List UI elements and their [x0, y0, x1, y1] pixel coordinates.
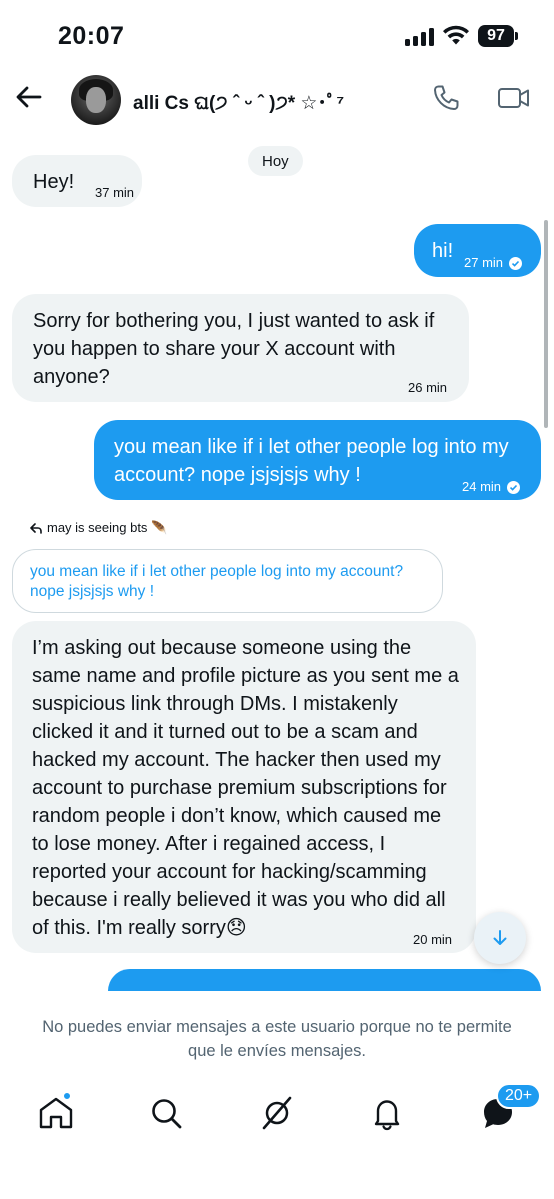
message-incoming[interactable]: Hey! 37 min: [12, 155, 142, 207]
timestamp-text: 20 min: [413, 932, 453, 947]
reply-context-label: may is seeing bts 🪶: [30, 520, 167, 536]
message-outgoing[interactable]: hi! 27 min: [414, 224, 541, 277]
video-camera-icon[interactable]: [497, 84, 531, 112]
timestamp-text: 26 min: [408, 380, 448, 395]
status-bar: 20:07 97: [0, 0, 554, 72]
tab-grok[interactable]: [257, 1093, 297, 1133]
timestamp-text: 27 min: [464, 255, 504, 270]
read-check-icon: [509, 256, 523, 270]
message-text: hi!: [432, 240, 454, 262]
battery-tip: [515, 32, 518, 40]
reply-arrow-icon: [30, 522, 42, 534]
back-arrow-icon[interactable]: [14, 82, 44, 112]
conversation-header: alli Cs ଘ(੭ ˆ ᵕ ˆ )੭* ☆･ﾟ⁷: [0, 72, 554, 130]
avatar[interactable]: [71, 75, 121, 125]
message-text: I’m asking out because someone using the…: [32, 637, 459, 939]
quoted-message[interactable]: you mean like if i let other people log …: [12, 549, 443, 613]
message-incoming[interactable]: Sorry for bothering you, I just wanted t…: [12, 294, 469, 402]
message-timestamp: 24 min: [462, 473, 521, 501]
message-text: Hey!: [33, 171, 75, 193]
message-timestamp: 20 min: [413, 926, 452, 954]
timestamp-text: 37 min: [95, 185, 135, 200]
signal-icon: [405, 28, 435, 46]
footer: No puedes enviar mensajes a este usuario…: [0, 991, 554, 1199]
arrow-down-icon: [493, 930, 507, 945]
reply-context-text: may is seeing bts 🪶: [47, 520, 168, 535]
battery-icon: 97: [478, 25, 514, 47]
phone-icon[interactable]: [430, 82, 462, 114]
home-notification-dot: [62, 1091, 72, 1101]
dm-blocked-notice: No puedes enviar mensajes a este usuario…: [42, 1018, 512, 1060]
tab-home[interactable]: [36, 1091, 76, 1133]
grok-icon: [262, 1096, 292, 1130]
timestamp-text: 24 min: [462, 479, 502, 494]
message-outgoing[interactable]: you mean like if i let other people log …: [94, 420, 541, 500]
contact-name[interactable]: alli Cs ଘ(੭ ˆ ᵕ ˆ )੭* ☆･ﾟ⁷: [133, 88, 344, 115]
scroll-to-bottom-button[interactable]: [474, 912, 526, 964]
day-separator: Hoy: [248, 146, 303, 176]
bottom-tab-bar: 20+: [0, 1083, 554, 1141]
read-check-icon: [507, 480, 521, 494]
search-icon: [152, 1099, 182, 1129]
wifi-icon: [443, 25, 469, 45]
scrollbar[interactable]: [544, 220, 548, 428]
message-timestamp: 26 min: [408, 374, 447, 402]
messages-badge: 20+: [496, 1083, 542, 1109]
notifications-bell-icon: [374, 1100, 400, 1131]
message-timestamp: 37 min: [95, 179, 134, 207]
message-text: Sorry for bothering you, I just wanted t…: [33, 310, 435, 388]
tab-notifications[interactable]: [367, 1093, 407, 1133]
avatar-face: [86, 87, 106, 113]
status-time: 20:07: [58, 22, 125, 50]
message-timestamp: 27 min: [464, 249, 523, 277]
tab-search[interactable]: [146, 1093, 186, 1133]
message-outgoing-partial[interactable]: [108, 969, 541, 991]
message-incoming[interactable]: I’m asking out because someone using the…: [12, 621, 476, 953]
